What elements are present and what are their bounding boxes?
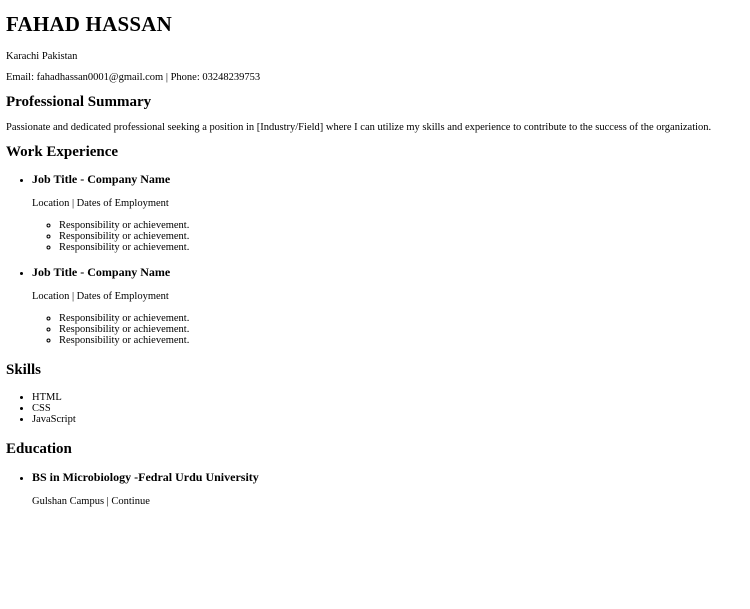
resume-page: FAHAD HASSAN Karachi Pakistan Email: fah… <box>0 12 750 508</box>
education-heading: Education <box>6 441 72 457</box>
resume-contact: Email: fahadhassan0001@gmail.com | Phone… <box>6 72 261 83</box>
job-entry: Job Title - Company Name Location | Date… <box>32 265 744 346</box>
education-list: BS in Microbiology -Fedral Urdu Universi… <box>6 470 744 508</box>
responsibility-item: Responsibility or achievement. <box>59 313 744 324</box>
job-title: Job Title - Company Name <box>32 265 171 279</box>
responsibility-item: Responsibility or achievement. <box>59 335 744 346</box>
work-experience-heading: Work Experience <box>6 144 119 160</box>
responsibility-item: Responsibility or achievement. <box>59 220 744 231</box>
summary-heading: Professional Summary <box>6 94 152 110</box>
resume-location: Karachi Pakistan <box>6 51 78 62</box>
responsibility-list: Responsibility or achievement. Responsib… <box>32 313 744 346</box>
job-meta: Location | Dates of Employment <box>32 291 169 302</box>
skills-list: HTML CSS JavaScript <box>6 392 744 425</box>
summary-text: Passionate and dedicated professional se… <box>6 122 712 133</box>
responsibility-list: Responsibility or achievement. Responsib… <box>32 220 744 253</box>
skill-item: JavaScript <box>32 414 744 425</box>
education-degree: BS in Microbiology -Fedral Urdu Universi… <box>32 470 259 484</box>
job-title: Job Title - Company Name <box>32 172 171 186</box>
responsibility-item: Responsibility or achievement. <box>59 231 744 242</box>
education-entry: BS in Microbiology -Fedral Urdu Universi… <box>32 470 744 508</box>
job-meta: Location | Dates of Employment <box>32 198 169 209</box>
education-meta: Gulshan Campus | Continue <box>32 496 150 507</box>
skill-item: CSS <box>32 403 744 414</box>
job-list: Job Title - Company Name Location | Date… <box>6 172 744 346</box>
resume-name: FAHAD HASSAN <box>6 12 172 36</box>
job-entry: Job Title - Company Name Location | Date… <box>32 172 744 253</box>
skill-item: HTML <box>32 392 744 403</box>
responsibility-item: Responsibility or achievement. <box>59 242 744 253</box>
responsibility-item: Responsibility or achievement. <box>59 324 744 335</box>
skills-heading: Skills <box>6 362 42 378</box>
